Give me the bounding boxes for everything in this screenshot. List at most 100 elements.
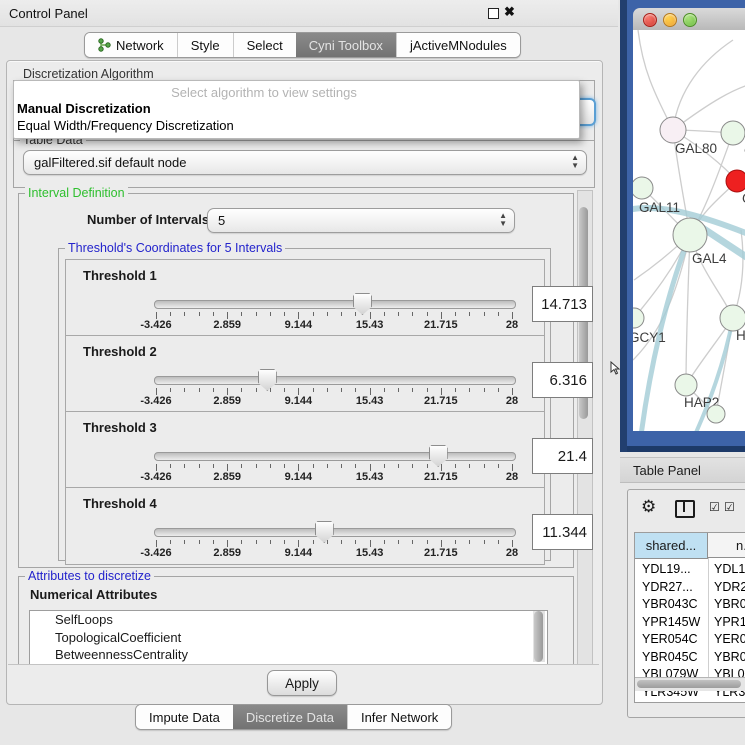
network-window-titlebar[interactable] (633, 8, 745, 31)
close-icon[interactable]: ✖ (504, 4, 515, 20)
table-row-cell-name[interactable]: YDR2 (714, 580, 745, 594)
attributes-scrollbar[interactable] (533, 611, 545, 662)
network-view-canvas[interactable]: GAL80GAGGAL11GAL4GCY1HHAP2 (633, 30, 745, 431)
table-row-cell-shared[interactable]: YDL19... (642, 562, 691, 576)
tick-mark (469, 388, 470, 392)
tick-mark (427, 540, 428, 544)
close-traffic-light[interactable] (643, 13, 657, 27)
tick-mark (512, 312, 513, 319)
tick-mark (484, 540, 485, 544)
threshold-slider-track[interactable] (154, 452, 516, 461)
tick-mark (298, 464, 299, 471)
bottom-tab-impute-data[interactable]: Impute Data (136, 705, 233, 729)
tick-mark (298, 540, 299, 547)
tick-mark (484, 388, 485, 392)
table-row-cell-name[interactable]: YER0 (714, 632, 745, 646)
graph-node-g[interactable] (726, 170, 745, 192)
tick-label: 15.43 (356, 547, 384, 559)
table-row-cell-name[interactable]: YDL1 (714, 562, 745, 576)
graph-node-gal11[interactable] (633, 177, 653, 199)
table-row-cell-shared[interactable]: YIL052C (642, 702, 691, 703)
column-header-name[interactable]: n... (708, 533, 745, 558)
table-row-cell-shared[interactable]: YER054C (642, 632, 698, 646)
threshold-value-field[interactable]: 21.4 (532, 438, 593, 474)
table-row-cell-name[interactable]: YBR0 (714, 597, 745, 611)
bottom-tab-discretize-data[interactable]: Discretize Data (233, 705, 347, 729)
tab-select[interactable]: Select (233, 33, 296, 57)
num-intervals-value: 5 (218, 213, 225, 228)
dropdown-item-equal-width[interactable]: Equal Width/Frequency Discretization (17, 118, 234, 133)
table-data-combo[interactable]: galFiltered.sif default node ▲▼ (23, 150, 587, 175)
combo-spinner-icon: ▲▼ (499, 212, 507, 228)
tab-network[interactable]: Network (85, 33, 177, 57)
table-row-cell-name[interactable]: YBR0 (714, 650, 745, 664)
threshold-value-field[interactable]: 6.316 (532, 362, 593, 398)
slider-ticks (156, 312, 513, 320)
table-hscrollbar-thumb[interactable] (637, 680, 741, 688)
num-intervals-combo[interactable]: 5 ▲▼ (207, 208, 515, 233)
graph-node-label: GCY1 (633, 330, 666, 345)
table-row-cell-name[interactable]: YIL0 (714, 702, 740, 703)
threshold-label: Threshold 1 (83, 268, 157, 283)
tick-mark (455, 388, 456, 392)
table-row-cell-shared[interactable]: YBR043C (642, 597, 698, 611)
graph-node[interactable] (707, 405, 725, 423)
threshold-panel-2: Threshold 2-3.4262.8599.14415.4321.71528… (65, 335, 545, 413)
tick-mark (469, 540, 470, 544)
tick-mark (412, 464, 413, 468)
attributes-group: Attributes to discretize Numerical Attri… (18, 576, 574, 665)
tick-mark (184, 388, 185, 392)
list-item[interactable]: SelfLoops (30, 611, 547, 629)
minimize-traffic-light[interactable] (663, 13, 677, 27)
column-header-shared[interactable]: shared... (635, 533, 708, 559)
tick-label: -3.426 (140, 547, 171, 559)
panel-title: Control Panel (9, 6, 88, 21)
tick-mark (256, 388, 257, 392)
tick-mark (284, 540, 285, 544)
apply-button[interactable]: Apply (267, 670, 337, 696)
zoom-traffic-light[interactable] (683, 13, 697, 27)
attributes-scrollbar-thumb[interactable] (534, 611, 543, 662)
tick-mark (370, 464, 371, 471)
threshold-value-field[interactable]: 14.713 (532, 286, 593, 322)
table-hscrollbar[interactable] (635, 677, 745, 691)
tab-cyni-toolbox[interactable]: Cyni Toolbox (296, 33, 396, 57)
tick-label: -3.426 (140, 319, 171, 331)
tab-style[interactable]: Style (177, 33, 233, 57)
tick-mark (498, 540, 499, 544)
threshold-slider-track[interactable] (154, 376, 516, 385)
gear-icon[interactable]: ⚙︎ (641, 497, 656, 517)
tick-mark (227, 388, 228, 395)
checkbox-icon[interactable]: ☑ (724, 500, 735, 514)
tick-label: 21.715 (424, 547, 458, 559)
threshold-slider-track[interactable] (154, 300, 516, 309)
table-row-cell-shared[interactable]: YPR145W (642, 615, 700, 629)
graph-node-gal80[interactable] (660, 117, 686, 143)
table-row-cell-shared[interactable]: YDR27... (642, 580, 693, 594)
table-row-cell-name[interactable]: YPR1 (714, 615, 745, 629)
network-icon (98, 38, 111, 52)
threshold-slider-track[interactable] (154, 528, 516, 537)
graph-node-gcy1[interactable] (633, 308, 644, 328)
graph-node-ga[interactable] (721, 121, 745, 145)
tick-mark (355, 540, 356, 544)
bottom-tab-infer-network[interactable]: Infer Network (347, 705, 451, 729)
settings-scrollbar[interactable] (577, 190, 593, 665)
table-row-cell-shared[interactable]: YBR045C (642, 650, 698, 664)
tick-mark (313, 540, 314, 544)
tick-mark (241, 388, 242, 392)
graph-node-gal4[interactable] (673, 218, 707, 252)
tab-jactivemnodules[interactable]: jActiveMNodules (396, 33, 520, 57)
tick-mark (384, 312, 385, 316)
table-data-group: Table Data galFiltered.sif default node … (13, 140, 595, 188)
graph-node-hap2[interactable] (675, 374, 697, 396)
threshold-value-field[interactable]: 11.344 (532, 514, 593, 550)
split-panel-icon[interactable] (675, 500, 695, 518)
tick-mark (427, 388, 428, 392)
float-window-icon[interactable] (488, 8, 499, 19)
list-item[interactable]: BetweennessCentrality (30, 646, 547, 664)
list-item[interactable]: TopologicalCoefficient (30, 629, 547, 647)
checkbox-icon[interactable]: ☑ (709, 500, 720, 514)
table-data-combo-value: galFiltered.sif default node (34, 155, 186, 170)
dropdown-item-manual[interactable]: Manual Discretization (17, 101, 151, 116)
